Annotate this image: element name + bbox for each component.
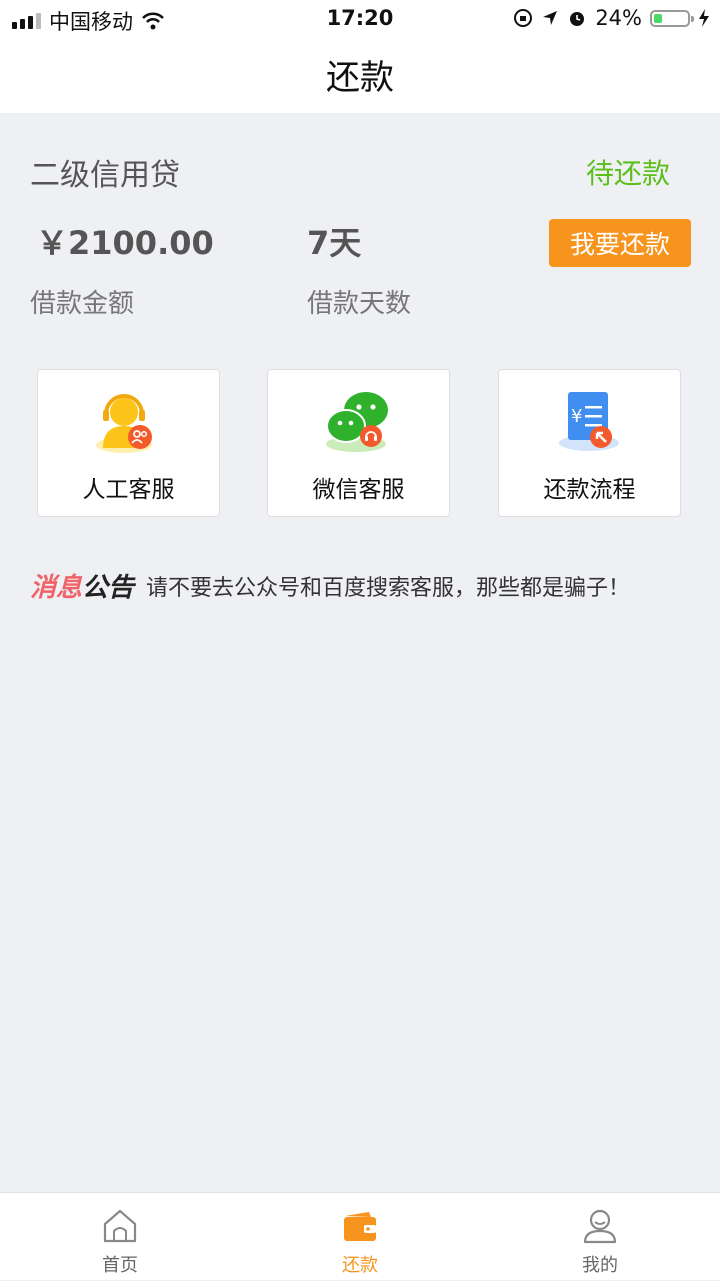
tab-profile[interactable]: 我的 <box>480 1193 720 1281</box>
tab-repayment-label: 还款 <box>342 1255 378 1276</box>
charging-icon <box>699 9 709 27</box>
alarm-icon <box>570 12 585 26</box>
service-label-wechat: 微信客服 <box>312 477 405 503</box>
loan-product-name: 二级信用贷 <box>30 158 180 193</box>
rotation-lock-icon <box>514 9 533 27</box>
nav-bar: 还款 <box>0 36 720 113</box>
repayment-process-icon: ¥ <box>559 392 619 451</box>
battery-percent: 24% <box>595 6 642 30</box>
tab-profile-label: 我的 <box>582 1255 618 1276</box>
customer-service-icon <box>96 394 152 453</box>
service-card-process[interactable]: ¥ 还款流程 <box>498 369 681 517</box>
location-icon <box>543 11 558 25</box>
tab-home-label: 首页 <box>102 1255 138 1276</box>
loan-status-label: 待还款 <box>585 157 670 190</box>
notice-tag-message: 消息 <box>30 573 83 603</box>
notice-tag-announcement: 公告 <box>82 573 135 603</box>
loan-days: 7天 <box>307 224 362 262</box>
home-icon <box>103 1209 137 1243</box>
loan-amount: ￥2100.00 <box>36 224 214 262</box>
service-card-wechat[interactable]: 微信客服 <box>267 369 450 517</box>
service-card-manual[interactable]: 人工客服 <box>37 369 220 517</box>
service-label-process: 还款流程 <box>543 477 636 503</box>
announcement-bar: 消息 公告 请不要去公众号和百度搜索客服，那些都是骗子！ <box>30 567 630 604</box>
status-bar: 中国移动 17:20 24% <box>0 0 720 36</box>
loan-amount-label: 借款金额 <box>30 289 135 319</box>
page-title: 还款 <box>326 58 394 98</box>
wechat-icon <box>326 392 388 452</box>
wallet-icon <box>344 1212 376 1241</box>
loan-days-label: 借款天数 <box>307 289 412 319</box>
notice-text: 请不要去公众号和百度搜索客服，那些都是骗子！ <box>146 575 631 601</box>
tab-repayment[interactable]: 还款 <box>240 1193 480 1281</box>
user-icon <box>583 1209 617 1244</box>
repay-button[interactable]: 我要还款 <box>549 219 691 267</box>
tab-bar: 首页 还款 我的 <box>0 1192 720 1280</box>
service-label-manual: 人工客服 <box>82 477 175 503</box>
battery-icon <box>650 9 694 27</box>
tab-home[interactable]: 首页 <box>0 1193 240 1281</box>
svg-text:¥: ¥ <box>571 406 582 427</box>
